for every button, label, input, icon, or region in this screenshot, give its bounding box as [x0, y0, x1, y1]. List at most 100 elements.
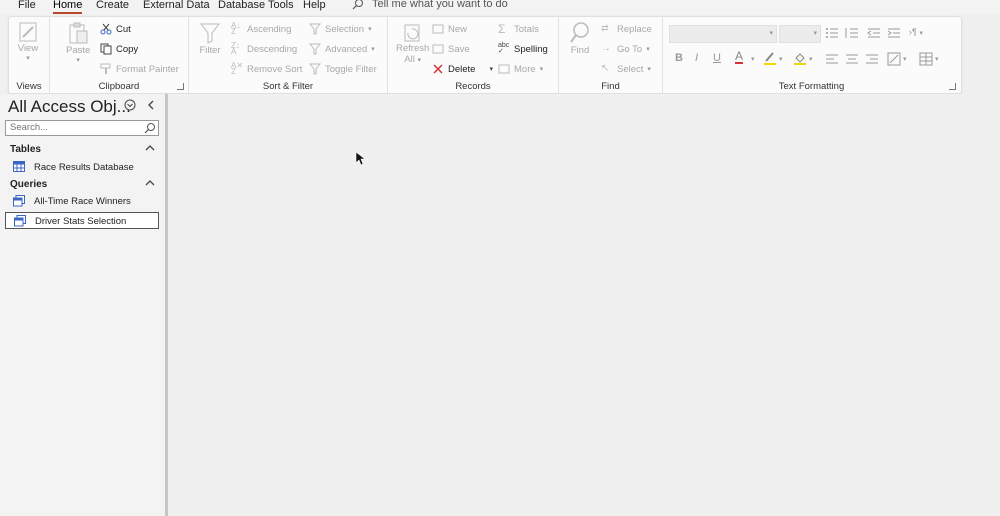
chevron-down-icon[interactable]: ▾: [809, 55, 813, 63]
font-color-button[interactable]: A: [735, 50, 744, 64]
filter-button[interactable]: Filter: [199, 21, 221, 56]
funnel-icon: [199, 23, 221, 44]
view-button[interactable]: View ▾: [17, 21, 39, 62]
underline-button[interactable]: U: [713, 52, 721, 64]
ascending-button[interactable]: A↓ Z Ascending: [231, 21, 292, 36]
sort-ascending-icon: A↓ Z: [231, 21, 241, 36]
tell-me-box[interactable]: Tell me what you want to do: [352, 0, 508, 10]
descending-button[interactable]: Z↓ A Descending: [231, 41, 298, 56]
alternate-row-color-icon[interactable]: [887, 52, 901, 66]
arrow-right-icon: →: [601, 43, 611, 54]
toggle-filter-button[interactable]: Toggle Filter: [309, 63, 377, 75]
tab-help[interactable]: Help: [303, 0, 326, 11]
replace-icon: ⇄: [601, 23, 609, 33]
align-left-icon[interactable]: [825, 53, 839, 65]
nav-menu-dropdown-icon[interactable]: [124, 99, 136, 111]
nav-section-label: Tables: [10, 144, 41, 155]
tell-me-text: Tell me what you want to do: [372, 0, 508, 10]
font-name-dropdown[interactable]: ▾: [669, 25, 777, 43]
remove-sort-button[interactable]: A✕ Z Remove Sort: [231, 61, 302, 76]
fill-color-icon[interactable]: [793, 51, 807, 65]
search-icon[interactable]: [144, 122, 156, 134]
refresh-all-button[interactable]: Refresh All ▾: [396, 21, 429, 65]
query-icon: [13, 195, 25, 207]
totals-button[interactable]: Σ Totals: [498, 23, 539, 35]
workspace-area: [168, 94, 1000, 516]
more-button[interactable]: More ▾: [498, 63, 543, 75]
nav-item-driver-stats-selection[interactable]: Driver Stats Selection: [5, 212, 159, 229]
group-text-formatting: ▾ ▾ ›¶ ▾ B I U A ▾ ▾ ▾ ▾ ▾ Text Formatti…: [663, 17, 960, 93]
ascending-label: Ascending: [247, 23, 292, 35]
format-painter-button[interactable]: Format Painter: [100, 63, 179, 75]
italic-button[interactable]: I: [695, 52, 698, 64]
nav-item-label: All-Time Race Winners: [34, 196, 131, 207]
nav-item-race-results-database[interactable]: Race Results Database: [5, 159, 159, 176]
replace-button[interactable]: ⇄ Replace: [601, 23, 652, 35]
clipboard-dialog-launcher[interactable]: [177, 83, 184, 90]
tab-home[interactable]: Home: [53, 0, 83, 14]
shutter-bar-close-icon[interactable]: [146, 100, 156, 110]
remove-sort-icon: A✕ Z: [231, 61, 244, 76]
delete-button[interactable]: Delete ▾: [432, 63, 493, 75]
cut-label: Cut: [116, 23, 131, 35]
spelling-button[interactable]: abc ✓ Spelling: [498, 42, 548, 55]
bullets-icon[interactable]: [825, 27, 839, 39]
increase-indent-icon[interactable]: [887, 27, 901, 39]
text-formatting-group-label: Text Formatting: [778, 81, 845, 92]
chevron-down-icon[interactable]: ▾: [751, 55, 755, 63]
nav-pane-title[interactable]: All Access Obj...: [8, 97, 131, 117]
nav-search-input[interactable]: [6, 121, 144, 134]
text-formatting-dialog-launcher[interactable]: [949, 83, 956, 90]
nav-section-queries[interactable]: Queries: [0, 177, 165, 193]
paste-button[interactable]: Paste ▾: [66, 21, 90, 64]
save-label: Save: [448, 43, 470, 55]
chevron-up-icon: [145, 145, 155, 151]
copy-label: Copy: [116, 43, 139, 55]
decrease-indent-icon[interactable]: [867, 27, 881, 39]
paragraph-direction-icon[interactable]: ›¶ ▾: [909, 27, 923, 37]
magnifier-icon: [570, 22, 589, 43]
selection-button[interactable]: Selection ▾: [309, 23, 372, 35]
group-records: Refresh All ▾ New Save Delete ▾ Σ Totals…: [388, 17, 559, 93]
align-right-icon[interactable]: [865, 53, 879, 65]
tab-create[interactable]: Create: [96, 0, 129, 11]
cut-button[interactable]: Cut: [100, 23, 131, 35]
tab-file[interactable]: File: [18, 0, 36, 11]
save-record-button[interactable]: Save: [432, 43, 470, 55]
descending-label: Descending: [247, 43, 298, 55]
chevron-down-icon: ▾: [26, 55, 30, 62]
chevron-down-icon[interactable]: ▾: [935, 55, 939, 63]
chevron-down-icon[interactable]: ▾: [779, 55, 783, 63]
chevron-down-icon: ▾: [76, 57, 80, 64]
save-icon: [432, 44, 444, 54]
chevron-down-icon[interactable]: ▾: [903, 55, 907, 63]
delete-x-icon: [433, 64, 443, 74]
refresh-icon: [404, 24, 420, 42]
numbering-icon[interactable]: [845, 27, 859, 39]
chevron-down-icon[interactable]: ▾: [489, 65, 493, 73]
new-record-button[interactable]: New: [432, 23, 467, 35]
menu-bar: File Home Create External Data Database …: [0, 0, 1000, 14]
delete-label: Delete: [448, 63, 476, 75]
group-sort-filter: Filter A↓ Z Ascending Z↓ A Descending A✕ Z …: [189, 17, 388, 93]
highlight-icon[interactable]: [763, 51, 777, 65]
copy-button[interactable]: Copy: [100, 43, 138, 55]
nav-item-all-time-race-winners[interactable]: All-Time Race Winners: [5, 193, 159, 210]
align-center-icon[interactable]: [845, 53, 859, 65]
find-button[interactable]: Find: [569, 21, 591, 56]
sort-descending-icon: Z↓ A: [231, 41, 240, 56]
refresh-all-label: All ▾: [404, 54, 421, 65]
gridlines-icon[interactable]: [919, 52, 933, 66]
chevron-down-icon: ▾: [647, 66, 651, 73]
chevron-down-icon: ▾: [371, 46, 375, 53]
table-icon: [13, 161, 25, 172]
nav-section-tables[interactable]: Tables: [0, 142, 165, 158]
chevron-down-icon: ▾: [368, 26, 372, 33]
tab-external-data[interactable]: External Data: [143, 0, 210, 11]
tab-database-tools[interactable]: Database Tools: [218, 0, 294, 11]
goto-button[interactable]: → Go To ▾: [601, 43, 650, 55]
bold-button[interactable]: B: [675, 52, 683, 64]
advanced-button[interactable]: Advanced ▾: [309, 43, 375, 55]
font-size-dropdown[interactable]: ▾: [779, 25, 821, 43]
select-button[interactable]: ↖ Select ▾: [601, 63, 651, 75]
